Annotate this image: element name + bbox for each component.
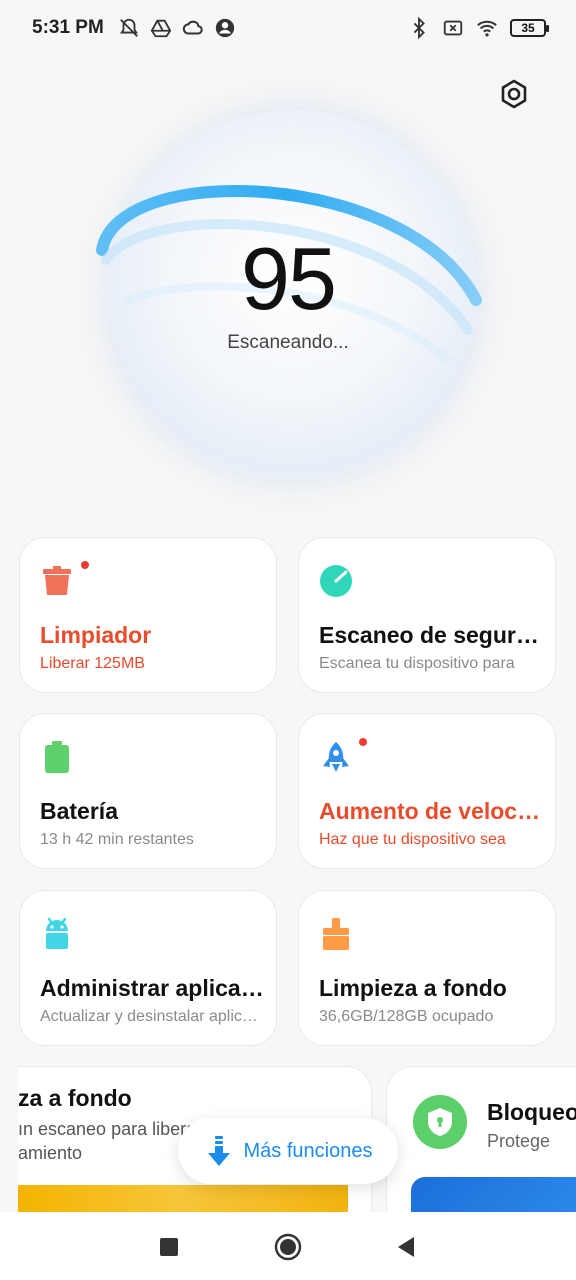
card-manage-apps[interactable]: Administrar aplicaciones Actualizar y de…	[19, 890, 277, 1046]
card-title: Batería	[40, 798, 118, 824]
card-speed-boost[interactable]: Aumento de velocidad Haz que tu disposit…	[298, 713, 556, 869]
arrow-down-icon	[207, 1136, 230, 1166]
android-icon	[46, 917, 68, 949]
recents-button[interactable]	[154, 1232, 184, 1262]
card-subtitle: Actualizar y desinstalar aplicaciones	[40, 1008, 266, 1025]
more-functions-label: Más funciones	[243, 1139, 373, 1162]
card-title: Limpieza a fondo	[319, 975, 507, 1001]
security-score-hero: 95 Escaneando...	[88, 100, 488, 520]
card-subtitle: 36,6GB/128GB ocupado	[319, 1008, 494, 1025]
cloud-icon	[182, 20, 203, 35]
brush-icon	[323, 918, 349, 950]
bluetooth-icon	[413, 17, 425, 39]
navigation-bar	[0, 1212, 576, 1280]
wifi-icon	[477, 20, 497, 37]
account-circle-icon	[215, 18, 234, 38]
battery-indicator: 35	[510, 19, 549, 37]
status-right: 35	[408, 17, 549, 39]
settings-hex-icon	[501, 79, 527, 109]
trash-icon	[43, 566, 71, 595]
security-score: 95	[241, 229, 337, 328]
card-security-scan[interactable]: Escaneo de seguridad Escanea tu disposit…	[298, 537, 556, 693]
card-subtitle: 13 h 42 min restantes	[40, 831, 194, 848]
shield-lock-icon	[413, 1095, 467, 1149]
card-title: Aumento de velocidad	[319, 798, 545, 824]
promo-title: za a fondo	[18, 1085, 132, 1111]
back-triangle-icon	[398, 1237, 414, 1257]
notification-dot	[81, 561, 89, 569]
home-circle-icon	[274, 1233, 302, 1261]
status-time: 5:31 PM	[32, 17, 104, 38]
card-cleaner[interactable]: Limpiador Liberar 125MB	[19, 537, 277, 693]
rocket-icon	[323, 742, 349, 772]
card-title: Administrar aplicaciones	[40, 975, 266, 1001]
card-title: Limpiador	[40, 622, 152, 648]
battery-level: 35	[521, 21, 535, 35]
security-scan-icon	[320, 565, 352, 597]
card-deep-clean[interactable]: Limpieza a fondo 36,6GB/128GB ocupado	[298, 890, 556, 1046]
drive-icon	[150, 19, 172, 38]
battery-icon	[45, 741, 69, 773]
promo-subtitle: Protege	[487, 1131, 551, 1151]
status-bar: 5:31 PM 35	[0, 0, 576, 56]
notifications-off-icon	[119, 18, 138, 37]
recents-square-icon	[160, 1238, 178, 1256]
promo-title: Bloqueo	[487, 1099, 576, 1125]
promo-app-lock[interactable]: Bloqueo Protege	[386, 1066, 576, 1236]
card-subtitle: Haz que tu dispositivo sea	[319, 831, 506, 848]
status-left: 5:31 PM	[32, 17, 236, 39]
card-title: Escaneo de seguridad	[319, 622, 545, 648]
scan-status: Escaneando...	[227, 332, 349, 353]
card-subtitle: Escanea tu dispositivo para	[319, 655, 515, 672]
home-button[interactable]	[273, 1232, 303, 1262]
card-subtitle: Liberar 125MB	[40, 655, 145, 672]
back-button[interactable]	[391, 1232, 421, 1262]
card-battery[interactable]: Batería 13 h 42 min restantes	[19, 713, 277, 869]
more-functions-button[interactable]: Más funciones	[178, 1118, 398, 1184]
sim-off-icon	[443, 20, 463, 36]
notification-dot	[359, 738, 367, 746]
settings-button[interactable]	[496, 76, 532, 112]
